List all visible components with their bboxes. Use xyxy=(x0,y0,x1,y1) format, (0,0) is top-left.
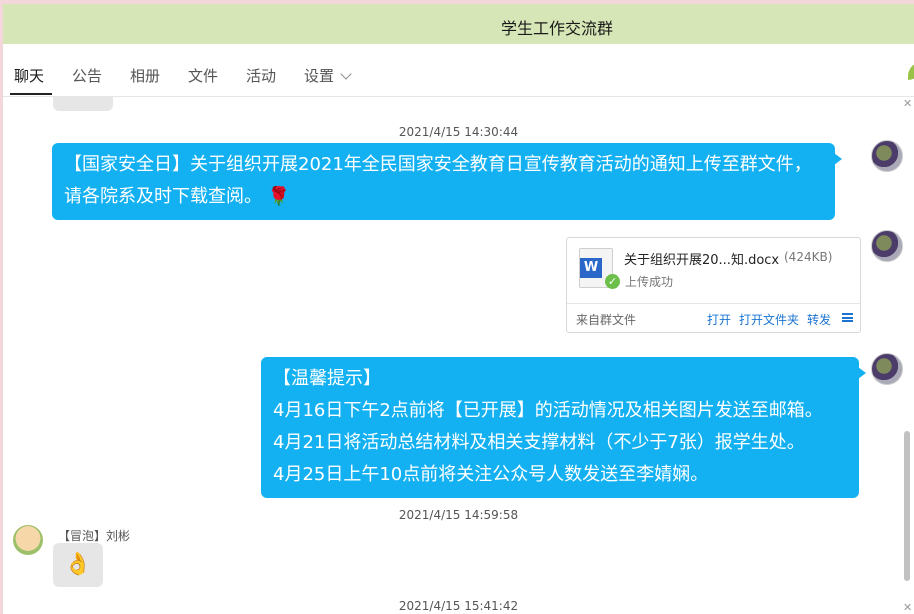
bubble-tail xyxy=(834,153,842,165)
avatar[interactable] xyxy=(13,525,43,555)
file-name[interactable]: 关于组织开展20...知.docx xyxy=(624,249,779,268)
message-text: 【温馨提示】 xyxy=(273,368,381,389)
open-file-link[interactable]: 打开 xyxy=(707,311,731,328)
upload-status: 上传成功 xyxy=(625,275,674,289)
chat-window: 学生工作交流群 聊天 公告 相册 文件 活动 设置 ✕ 2021/4/15 14… xyxy=(3,4,914,614)
ok-hand-emoji-icon: 👌 xyxy=(64,552,92,577)
message-list[interactable]: ✕ 2021/4/15 14:30:44 【国家安全日】关于组织开展2021年全… xyxy=(3,97,914,614)
file-card[interactable]: W ✓ 关于组织开展20...知.docx (424KB) 上传成功 来自群文件… xyxy=(566,237,861,333)
tab-files[interactable]: 文件 xyxy=(188,65,218,86)
message-text: 【国家安全日】关于组织开展2021年全民国家安全教育日宣传教育活动的通知上传至群… xyxy=(64,154,812,175)
chevron-down-icon xyxy=(340,68,352,80)
message-bubble-partial xyxy=(53,97,113,111)
message-bubble: 【温馨提示】 4月16日下午2点前将【已开展】的活动情况及相关图片发送至邮箱。 … xyxy=(261,357,866,498)
message-text: 请各院系及时下载查阅。 xyxy=(64,186,262,207)
message-text: 4月25日上午10点前将关注公众号人数发送至李婧娴。 xyxy=(273,464,709,485)
avatar[interactable] xyxy=(871,230,903,262)
tab-settings[interactable]: 设置 xyxy=(304,65,352,86)
sender-name: 【冒泡】刘彬 xyxy=(58,529,131,543)
message-text: 4月16日下午2点前将【已开展】的活动情况及相关图片发送至邮箱。 xyxy=(273,400,823,421)
close-icon[interactable]: ✕ xyxy=(903,601,912,614)
timestamp: 2021/4/15 14:30:44 xyxy=(398,125,519,139)
bubble-tail xyxy=(858,367,866,379)
tab-announcement[interactable]: 公告 xyxy=(72,65,102,86)
tab-album[interactable]: 相册 xyxy=(130,65,160,86)
divider xyxy=(567,303,860,304)
active-tab-indicator xyxy=(10,93,52,95)
rose-emoji-icon: 🌹 xyxy=(267,186,291,207)
avatar[interactable] xyxy=(871,353,903,385)
leaf-icon xyxy=(908,62,914,80)
tab-activity[interactable]: 活动 xyxy=(246,65,276,86)
timestamp: 2021/4/15 14:59:58 xyxy=(398,508,519,522)
avatar[interactable] xyxy=(871,140,903,172)
menu-icon[interactable] xyxy=(842,313,853,322)
tab-bar: 聊天 公告 相册 文件 活动 设置 xyxy=(3,44,914,97)
check-icon: ✓ xyxy=(605,274,620,289)
message-bubble: 👌 xyxy=(53,543,103,587)
file-source: 来自群文件 xyxy=(576,313,637,327)
tab-settings-label: 设置 xyxy=(304,67,335,85)
title-bar: 学生工作交流群 xyxy=(3,4,914,44)
file-size: (424KB) xyxy=(784,250,833,264)
timestamp: 2021/4/15 15:41:42 xyxy=(398,599,519,613)
forward-link[interactable]: 转发 xyxy=(807,311,831,328)
open-folder-link[interactable]: 打开文件夹 xyxy=(739,311,799,328)
close-icon[interactable]: ✕ xyxy=(903,97,912,110)
message-bubble: 【国家安全日】关于组织开展2021年全民国家安全教育日宣传教育活动的通知上传至群… xyxy=(52,143,842,220)
scrollbar[interactable] xyxy=(904,431,910,581)
window-title: 学生工作交流群 xyxy=(500,19,613,38)
tab-chat[interactable]: 聊天 xyxy=(14,65,44,86)
message-text: 4月21日将活动总结材料及相关支撑材料（不少于7张）报学生处。 xyxy=(273,432,805,453)
